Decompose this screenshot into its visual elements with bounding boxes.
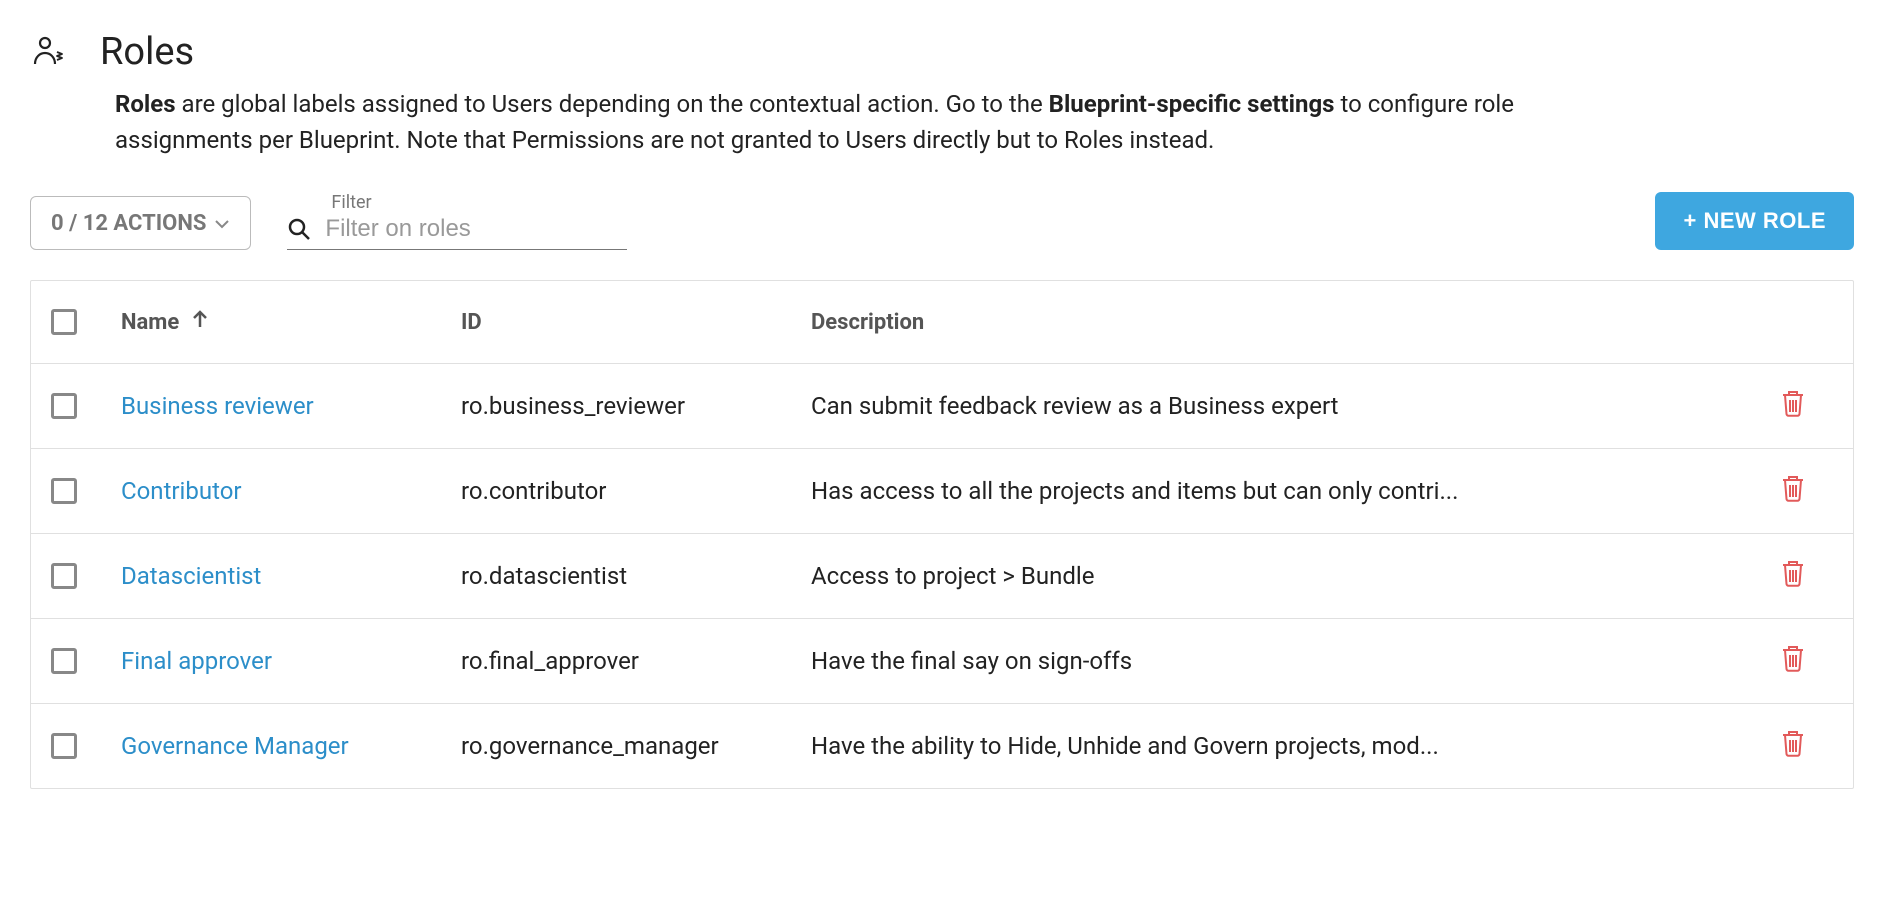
row-checkbox[interactable] (51, 563, 77, 589)
table-header-row: Name ID Description (31, 281, 1853, 364)
role-id: ro.governance_manager (461, 732, 811, 760)
role-description: Have the ability to Hide, Unhide and Gov… (811, 732, 1753, 760)
role-id: ro.contributor (461, 477, 811, 505)
trash-icon[interactable] (1780, 728, 1806, 764)
row-checkbox[interactable] (51, 733, 77, 759)
chevron-down-icon (214, 214, 230, 233)
filter-input[interactable] (325, 215, 627, 243)
actions-dropdown[interactable]: 0 / 12 ACTIONS (30, 196, 251, 250)
select-all-checkbox[interactable] (51, 309, 77, 335)
role-name-link[interactable]: Contributor (121, 477, 242, 505)
trash-icon[interactable] (1780, 388, 1806, 424)
page-title: Roles (100, 30, 194, 74)
table-row: Business reviewer ro.business_reviewer C… (31, 364, 1853, 449)
role-description: Can submit feedback review as a Business… (811, 392, 1753, 420)
filter-label: Filter (331, 192, 627, 213)
table-row: Datascientist ro.datascientist Access to… (31, 534, 1853, 619)
new-role-button[interactable]: + NEW ROLE (1655, 192, 1854, 250)
column-header-id[interactable]: ID (461, 310, 811, 335)
role-name-link[interactable]: Business reviewer (121, 392, 314, 420)
role-description: Have the final say on sign-offs (811, 647, 1753, 675)
role-description: Access to project > Bundle (811, 562, 1753, 590)
sort-ascending-icon (191, 309, 209, 335)
trash-icon[interactable] (1780, 558, 1806, 594)
row-checkbox[interactable] (51, 393, 77, 419)
table-row: Governance Manager ro.governance_manager… (31, 704, 1853, 788)
roles-icon (30, 32, 70, 72)
trash-icon[interactable] (1780, 473, 1806, 509)
role-description: Has access to all the projects and items… (811, 477, 1753, 505)
role-name-link[interactable]: Governance Manager (121, 732, 349, 760)
column-header-name[interactable]: Name (121, 309, 461, 335)
actions-dropdown-label: 0 / 12 ACTIONS (51, 211, 206, 236)
role-name-link[interactable]: Datascientist (121, 562, 261, 590)
table-row: Final approver ro.final_approver Have th… (31, 619, 1853, 704)
role-id: ro.datascientist (461, 562, 811, 590)
trash-icon[interactable] (1780, 643, 1806, 679)
column-header-description[interactable]: Description (811, 310, 1753, 335)
page-subtitle: Roles are global labels assigned to User… (115, 86, 1515, 158)
role-name-link[interactable]: Final approver (121, 647, 272, 675)
row-checkbox[interactable] (51, 648, 77, 674)
role-id: ro.business_reviewer (461, 392, 811, 420)
role-id: ro.final_approver (461, 647, 811, 675)
search-icon (287, 217, 311, 241)
table-row: Contributor ro.contributor Has access to… (31, 449, 1853, 534)
roles-table: Name ID Description Business reviewer ro… (30, 280, 1854, 789)
row-checkbox[interactable] (51, 478, 77, 504)
